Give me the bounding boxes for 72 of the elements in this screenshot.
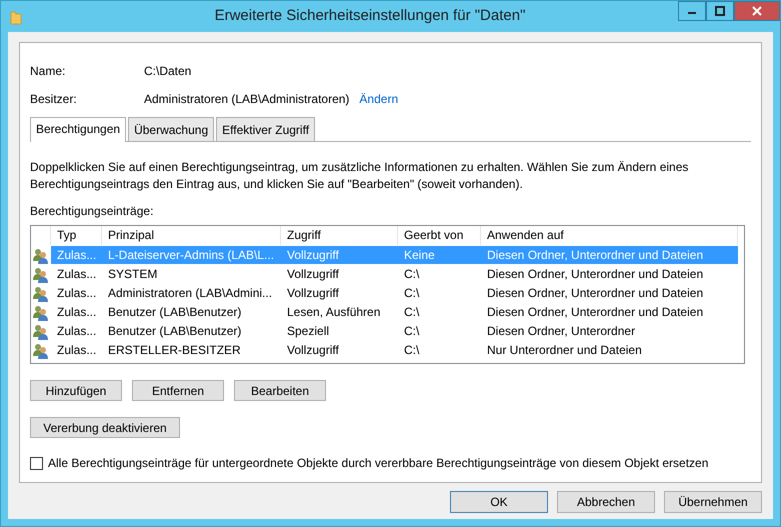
entry-button[interactable]: Hinzufügen [30, 380, 122, 401]
table-cell-text: Diesen Ordner, Unterordner [486, 322, 636, 340]
table-cell-text: Vollzugriff [286, 342, 340, 358]
list-label: Berechtigungseinträge: [30, 204, 154, 218]
table-cell: Keine [398, 246, 481, 264]
table-cell: L-Dateiserver-Admins (LAB\L... [102, 246, 281, 264]
table-cell: Zulas... [51, 246, 102, 264]
table-cell-text: Zulas... [56, 284, 98, 302]
field-label: Besitzer: [30, 91, 78, 108]
table-cell-text: ERSTELLER-BESITZER [107, 342, 242, 358]
users-icon [31, 342, 51, 358]
table-cell-text: Zulas... [56, 322, 98, 340]
change-link[interactable]: Ändern [359, 90, 398, 108]
maximize-icon [715, 6, 725, 16]
table-cell-text: Diesen Ordner, Unterordner und Dateien [486, 266, 704, 282]
maximize-button[interactable] [706, 1, 734, 21]
dialog-button[interactable]: Abbrechen [557, 491, 655, 513]
tab[interactable]: Effektiver Zugriff [216, 117, 316, 141]
close-icon [752, 6, 762, 16]
field-value: Administratoren (LAB\Administratoren) [144, 91, 350, 108]
table-cell-text: Nur Unterordner und Dateien [486, 342, 643, 358]
description-text: Doppelklicken Sie auf einen Berechtigungseintrag, um zusätzliche Informationen zu erhalten. Wählen Sie zum Ändern eines Berechtigungseintrags den Eintrag aus, und klicken Sie auf "Bearbeiten" (soweit vorhanden). [30, 159, 690, 193]
table-cell-text: Administratoren (LAB\Admini... [107, 284, 274, 302]
table-cell-text: Zulas... [56, 304, 98, 320]
table-cell-text: C:\ [403, 322, 420, 340]
table-cell: Vollzugriff [281, 246, 398, 264]
permission-row[interactable]: Zulas... Benutzer (LAB\Benutzer) Speziell C:\ Diesen Ordner, Unterordner [31, 321, 744, 340]
tab[interactable]: Überwachung [128, 117, 214, 141]
users-icon [31, 266, 51, 282]
users-icon [31, 246, 51, 262]
table-cell-text: Lesen, Ausführen [286, 304, 382, 320]
entry-button[interactable]: Entfernen [132, 380, 224, 401]
checkbox[interactable] [30, 456, 43, 470]
checkbox-label: Alle Berechtigungseinträge für untergeordnete Objekte durch vererbbare Berechtigungseinträge von diesem Objekt ersetzen [48, 455, 708, 472]
table-cell-text: SYSTEM [107, 266, 158, 282]
permission-row[interactable]: Zulas... ERSTELLER-BESITZER Vollzugriff C:\ Nur Unterordner und Dateien [31, 340, 744, 359]
close-button[interactable] [734, 1, 780, 21]
column-header[interactable]: Zugriff [281, 226, 398, 245]
column-header[interactable]: Geerbt von [398, 226, 481, 245]
table-cell-text: C:\ [403, 304, 420, 320]
permission-row[interactable]: Zulas... Administratoren (LAB\Admini... Vollzugriff C:\ Diesen Ordner, Unterordner und Dateien [31, 283, 744, 302]
folder-icon [10, 8, 22, 24]
window-title: Erweiterte Sicherheitseinstellungen für "Daten" [214, 6, 526, 26]
table-cell-text: Vollzugriff [286, 266, 340, 282]
table-cell-text: Diesen Ordner, Unterordner und Dateien [486, 284, 704, 302]
users-icon [31, 322, 51, 338]
column-header[interactable]: Typ [51, 226, 102, 245]
dialog-button[interactable]: OK [450, 491, 548, 513]
table-cell-text: Benutzer (LAB\Benutzer) [107, 322, 242, 340]
disable-inheritance-button[interactable]: Vererbung deaktivieren [30, 417, 180, 438]
field-label: Name: [30, 63, 66, 80]
table-cell-text: Benutzer (LAB\Benutzer) [107, 304, 242, 320]
users-icon [31, 304, 51, 320]
permission-row[interactable]: Zulas... SYSTEM Vollzugriff C:\ Diesen Ordner, Unterordner und Dateien [31, 264, 744, 283]
table-cell-text: Zulas... [56, 342, 98, 358]
field-value: C:\Daten [144, 63, 192, 80]
tab[interactable]: Berechtigungen [30, 117, 126, 142]
table-cell-text: Speziell [286, 322, 330, 340]
column-header[interactable]: Anwenden auf [481, 226, 738, 245]
table-cell-text: C:\ [403, 266, 420, 282]
entry-button[interactable]: Bearbeiten [234, 380, 326, 401]
permission-row[interactable]: Zulas... Benutzer (LAB\Benutzer) Lesen, Ausführen C:\ Diesen Ordner, Unterordner und Dateien [31, 302, 744, 321]
table-cell-text: C:\ [403, 342, 420, 358]
table-cell-text: Zulas... [56, 266, 98, 282]
minimize-button[interactable] [678, 1, 706, 21]
dialog-button[interactable]: Übernehmen [664, 491, 762, 513]
table-cell-text: C:\ [403, 284, 420, 302]
users-icon [31, 284, 51, 300]
table-cell: Diesen Ordner, Unterordner und Dateien [481, 246, 738, 264]
table-cell-text: Vollzugriff [286, 284, 340, 302]
table-cell-text: Diesen Ordner, Unterordner und Dateien [486, 304, 704, 320]
column-header[interactable]: Prinzipal [102, 226, 281, 245]
